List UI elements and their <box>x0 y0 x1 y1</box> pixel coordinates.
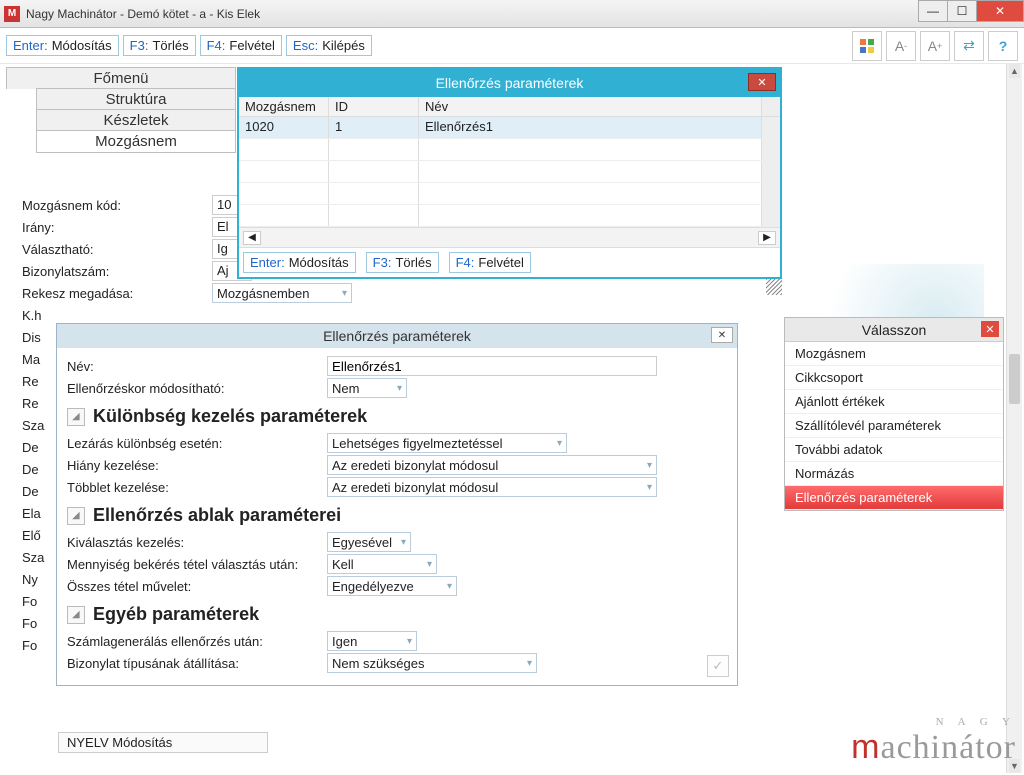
col-mozgasnem[interactable]: Mozgásnem <box>239 97 329 116</box>
chooser-item[interactable]: Ajánlott értékek <box>785 390 1003 414</box>
breadcrumb-tabs: Főmenü Struktúra Készletek Mozgásnem <box>6 68 236 153</box>
nyelv-row[interactable]: NYELV Módosítás <box>58 732 268 753</box>
label-lezaras: Lezárás különbség esetén: <box>67 436 327 451</box>
brand-logo: N A G Y machinátor <box>851 716 1016 767</box>
section2-title: Ellenőrzés ablak paraméterei <box>93 505 341 526</box>
chooser-item[interactable]: További adatok <box>785 438 1003 462</box>
grid-vscroll-head <box>762 97 780 116</box>
collapse-icon[interactable]: ◢ <box>67 606 85 624</box>
grid-row-empty <box>239 161 780 183</box>
scroll-thumb[interactable] <box>1009 354 1020 404</box>
select-lezaras[interactable]: Lehetséges figyelmeztetéssel <box>327 433 567 453</box>
window-title: Nagy Machinátor - Demó kötet - a - Kis E… <box>26 7 260 21</box>
label-bizonylatszam: Bizonylatszám: <box>22 264 212 279</box>
select-kivalasztas[interactable]: Egyesével <box>327 532 411 552</box>
select-mennyiseg[interactable]: Kell <box>327 554 437 574</box>
label-tobblet: Többlet kezelése: <box>67 480 327 495</box>
col-nev[interactable]: Név <box>419 97 762 116</box>
grid-row-empty <box>239 183 780 205</box>
close-button[interactable]: ✕ <box>976 0 1024 22</box>
font-increase-button[interactable]: A+ <box>920 31 950 61</box>
section1-title: Különbség kezelés paraméterek <box>93 406 367 427</box>
select-hiany[interactable]: Az eredeti bizonylat módosul <box>327 455 657 475</box>
param-grid: Mozgásnem ID Név 1020 1 Ellenőrzés1 ◀ <box>239 97 780 247</box>
dialog-ellenorzes-list: Ellenőrzés paraméterek ✕ Mozgásnem ID Né… <box>237 67 782 279</box>
hscroll-right-icon[interactable]: ▶ <box>758 231 776 245</box>
label-bizonylattipus: Bizonylat típusának átállítása: <box>67 656 327 671</box>
tab-mozgasnem[interactable]: Mozgásnem <box>36 130 236 153</box>
chooser-close-button[interactable]: ✕ <box>981 321 999 337</box>
confirm-check-button[interactable]: ✓ <box>707 655 729 677</box>
app-icon: M <box>4 6 20 22</box>
dialog2-title[interactable]: Ellenőrzés paraméterek ✕ <box>57 324 737 348</box>
dialog-ellenorzes-form: Ellenőrzés paraméterek ✕ Név: Ellenőrzés… <box>56 323 738 686</box>
shortcut-f4[interactable]: F4:Felvétel <box>200 35 282 56</box>
select-szamlagen[interactable]: Igen <box>327 631 417 651</box>
col-id[interactable]: ID <box>329 97 419 116</box>
shortcut-f3[interactable]: F3:Törlés <box>123 35 196 56</box>
dialog1-title[interactable]: Ellenőrzés paraméterek ✕ <box>239 69 780 97</box>
chooser-item[interactable]: Normázás <box>785 462 1003 486</box>
select-tobblet[interactable]: Az eredeti bizonylat módosul <box>327 477 657 497</box>
dlg1-shortcut-f4[interactable]: F4:Felvétel <box>449 252 531 273</box>
label-szamlagen: Számlagenerálás ellenőrzés után: <box>67 634 327 649</box>
dlg1-shortcut-f3[interactable]: F3:Törlés <box>366 252 439 273</box>
collapse-icon[interactable]: ◢ <box>67 408 85 426</box>
main-toolbar: Enter:Módosítás F3:Törlés F4:Felvétel Es… <box>0 28 1024 64</box>
chooser-item[interactable]: Cikkcsoport <box>785 366 1003 390</box>
chooser-item[interactable]: Ellenőrzés paraméterek <box>785 486 1003 510</box>
chooser-panel: Válasszon ✕ MozgásnemCikkcsoportAjánlott… <box>784 317 1004 511</box>
tab-keszletek[interactable]: Készletek <box>36 109 236 131</box>
shortcut-esc[interactable]: Esc:Kilépés <box>286 35 372 56</box>
collapse-icon[interactable]: ◢ <box>67 507 85 525</box>
section3-title: Egyéb paraméterek <box>93 604 259 625</box>
dialog1-close-button[interactable]: ✕ <box>748 73 776 91</box>
main-vscrollbar[interactable]: ▲ ▼ <box>1006 64 1022 773</box>
grid-row[interactable]: 1020 1 Ellenőrzés1 <box>239 117 780 139</box>
help-button[interactable]: ? <box>988 31 1018 61</box>
label-kod: Mozgásnem kód: <box>22 198 212 213</box>
shortcut-enter[interactable]: Enter:Módosítás <box>6 35 119 56</box>
titlebar: M Nagy Machinátor - Demó kötet - a - Kis… <box>0 0 1024 28</box>
font-decrease-button[interactable]: A- <box>886 31 916 61</box>
scroll-up-icon[interactable]: ▲ <box>1009 64 1020 78</box>
input-nev[interactable] <box>327 356 657 376</box>
minimize-button[interactable]: — <box>918 0 948 22</box>
tab-fomenu[interactable]: Főmenü <box>6 67 236 89</box>
label-nev: Név: <box>67 359 327 374</box>
tab-struktura[interactable]: Struktúra <box>36 88 236 110</box>
dlg1-shortcut-enter[interactable]: Enter:Módosítás <box>243 252 356 273</box>
chooser-title[interactable]: Válasszon ✕ <box>785 318 1003 342</box>
grid-row-empty <box>239 139 780 161</box>
label-mennyiseg: Mennyiség bekérés tétel választás után: <box>67 557 327 572</box>
maximize-button[interactable]: ☐ <box>947 0 977 22</box>
swap-icon[interactable]: ⇄ <box>954 31 984 61</box>
label-kivalasztas: Kiválasztás kezelés: <box>67 535 327 550</box>
grid-hscroll[interactable]: ◀ ▶ <box>239 227 780 247</box>
select-modosithato[interactable]: Nem <box>327 378 407 398</box>
label-valaszthato: Választható: <box>22 242 212 257</box>
chooser-item[interactable]: Szállítólevél paraméterek <box>785 414 1003 438</box>
tiles-icon[interactable] <box>852 31 882 61</box>
label-hiany: Hiány kezelése: <box>67 458 327 473</box>
hscroll-left-icon[interactable]: ◀ <box>243 231 261 245</box>
select-osszes[interactable]: Engedélyezve <box>327 576 457 596</box>
dialog2-close-button[interactable]: ✕ <box>711 327 733 343</box>
select-bizonylattipus[interactable]: Nem szükséges <box>327 653 537 673</box>
label-rekesz: Rekesz megadása: <box>22 286 212 301</box>
label-irany: Irány: <box>22 220 212 235</box>
label-modosithato: Ellenőrzéskor módosítható: <box>67 381 327 396</box>
grid-row-empty <box>239 205 780 227</box>
select-rekesz[interactable]: Mozgásnemben <box>212 283 352 303</box>
chooser-item[interactable]: Mozgásnem <box>785 342 1003 366</box>
resize-handle-icon[interactable] <box>766 279 782 295</box>
label-osszes: Összes tétel művelet: <box>67 579 327 594</box>
